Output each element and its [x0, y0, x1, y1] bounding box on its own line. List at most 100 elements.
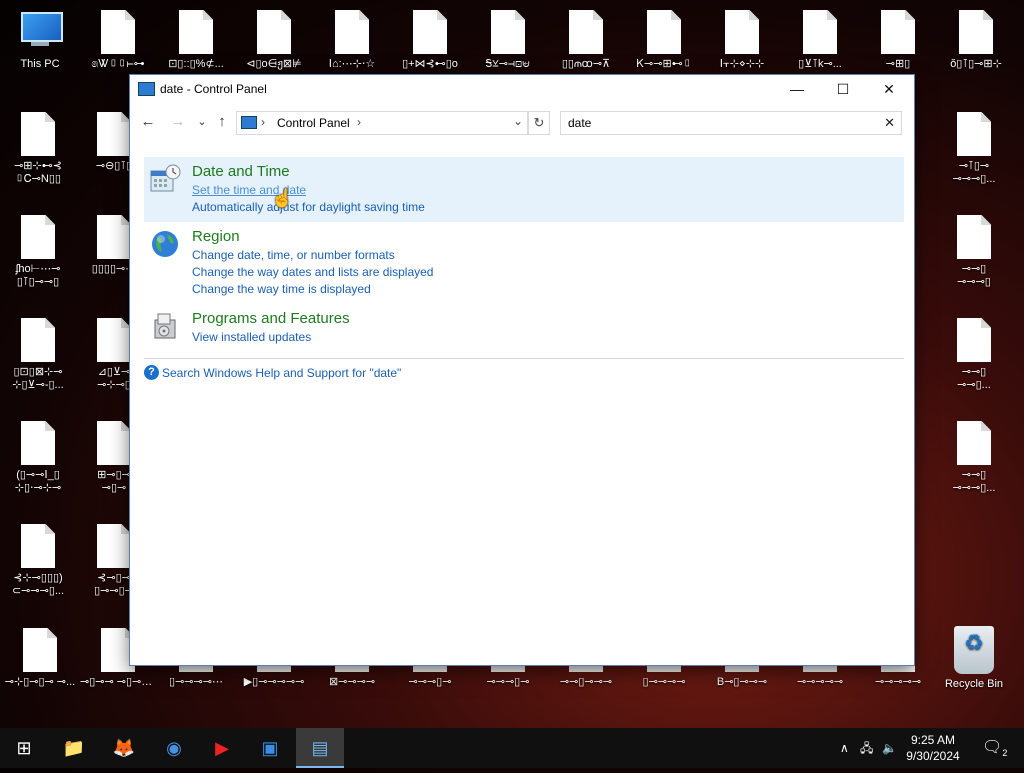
desktop-icon-label: ⊸⊞⊹⊷⊰ [14, 160, 62, 172]
this-pc-icon[interactable]: This PC [2, 10, 78, 71]
desktop-icon-label: ⊸⊸⊸▯⊸ [486, 676, 530, 688]
recent-locations-button[interactable]: ⌄ [192, 112, 212, 132]
desktop-file-icon[interactable]: ⊸⊞⊹⊷⊰ ▯Ꮯ⊸N▯▯ [0, 112, 76, 186]
desktop-icon-label: ▯+⋈⊰⊷▯o [402, 58, 458, 70]
desktop-icon-label: ⊸⊸▯ [961, 469, 987, 481]
minimize-button[interactable]: — [774, 75, 820, 103]
title-bar[interactable]: date - Control Panel — ☐ ✕ [130, 75, 914, 103]
taskbar: ⊞ 📁 🦊 ◉ ▶ ▣ ▤ ∧ 🖧 🔈 9:25 AM 9/30/2024 🗨2 [0, 728, 1024, 768]
desktop-file-icon[interactable]: ⊸⊸▯ ⊸⊸⊸▯... [936, 421, 1012, 495]
notification-count: 2 [1002, 748, 1008, 759]
window-title: date - Control Panel [160, 82, 267, 96]
document-icon [335, 10, 369, 54]
file-explorer-icon[interactable]: 📁 [50, 728, 98, 768]
desktop-icon-label: ▯⊸⊸⊸⊸ [642, 676, 686, 688]
computer-icon [17, 10, 63, 54]
document-icon [23, 628, 57, 672]
recycle-bin-graphic [954, 626, 994, 674]
desktop-file-icon[interactable]: ෧Ꮤ▯▯⊢⊶ [80, 10, 156, 71]
desktop-file-icon[interactable]: ▯+⋈⊰⊷▯o [392, 10, 468, 71]
result-programs-and-features: Programs and Features View installed upd… [144, 304, 904, 352]
maximize-button[interactable]: ☐ [820, 75, 866, 103]
desktop-icon-label: ⊸⊸⊸▯⊸ [408, 676, 452, 688]
address-bar[interactable]: › Control Panel › ⌄ [236, 111, 528, 135]
document-icon [725, 10, 759, 54]
windows-help-search-link[interactable]: ? Search Windows Help and Support for "d… [144, 365, 904, 381]
chrome-icon[interactable]: ◉ [150, 728, 198, 768]
control-panel-taskbar-icon[interactable]: ▤ [296, 728, 344, 768]
desktop-file-icon[interactable]: ⊡▯::▯%⊄... [158, 10, 234, 71]
document-icon [21, 524, 55, 568]
search-input[interactable] [566, 115, 870, 131]
clock[interactable]: 9:25 AM 9/30/2024 [898, 732, 968, 764]
desktop-icon-label: ⵏ⫟⊹⋄⊹⊹ [719, 58, 765, 70]
result-link[interactable]: View installed updates [192, 329, 904, 346]
search-box[interactable]: ✕ [560, 111, 902, 135]
forward-button[interactable]: → [168, 112, 188, 132]
breadcrumb-separator: › [261, 115, 265, 129]
close-button[interactable]: ✕ [866, 75, 912, 103]
desktop-file-icon[interactable]: ▯⊡▯⊠⊹⊸ ⊹▯⊻⊸-▯... [0, 318, 76, 392]
document-icon [257, 10, 291, 54]
recycle-bin-icon[interactable]: Recycle Bin [936, 626, 1012, 691]
desktop-icon-label: This PC [20, 58, 60, 70]
start-button[interactable]: ⊞ [0, 728, 48, 768]
result-link[interactable]: Change the way dates and lists are displ… [192, 264, 904, 281]
desktop-icon-label: ⊰⊹⊸▯▯▯) [13, 572, 63, 584]
desktop-file-icon[interactable]: ⊰⊹⊸▯▯▯) ⊂⊸⊸⊸▯... [0, 524, 76, 598]
help-link-text[interactable]: Search Windows Help and Support for "dat… [162, 366, 401, 380]
youtube-icon[interactable]: ▶ [198, 728, 246, 768]
desktop-file-icon[interactable]: Ꭶ⊻⊸⊣⊡⊌ [470, 10, 546, 71]
desktop-file-icon[interactable]: ⊲▯o⋳ჟ⊠⊭ [236, 10, 312, 71]
desktop-file-icon[interactable]: ⵏ⫟⊹⋄⊹⊹ [704, 10, 780, 71]
desktop-icon-label: ▯⊺▯⊸⊸▯ [16, 276, 60, 288]
volume-icon[interactable]: 🔈 [882, 728, 897, 768]
desktop-file-icon[interactable]: ⵏ⌂:⋯⊹⋅☆ [314, 10, 390, 71]
desktop-icon-label: ⊸⊹▯⊸▯⊸ ⊸... [4, 676, 76, 688]
store-icon[interactable]: ▣ [246, 728, 294, 768]
refresh-button[interactable]: ↻ [528, 111, 550, 135]
clear-search-button[interactable]: ✕ [884, 115, 895, 131]
control-panel-icon [241, 116, 257, 129]
breadcrumb-control-panel[interactable]: Control Panel [277, 116, 350, 130]
document-icon [97, 112, 131, 156]
back-button[interactable]: ← [138, 112, 158, 132]
desktop-icon-label: ŏ▯⊺▯⊸⊞⊹ [950, 58, 1002, 70]
result-link[interactable]: Set the time and date [192, 182, 904, 199]
desktop-icon-label: ⊸⊸⊸▯... [952, 173, 996, 185]
document-icon [21, 215, 55, 259]
desktop-file-icon[interactable]: ʄho⊢⋯⊸ ▯⊺▯⊸⊸▯ [0, 215, 76, 289]
desktop-file-icon[interactable]: ⊸⊸▯ ⊸⊸▯... [936, 318, 1012, 392]
breadcrumb-separator[interactable]: › [357, 115, 361, 129]
chevron-down-icon[interactable]: ⌄ [513, 114, 523, 128]
help-icon: ? [144, 365, 159, 380]
up-button[interactable]: ↑ [212, 112, 232, 132]
divider [144, 358, 904, 359]
desktop-file-icon[interactable]: ⊸⊺▯⊸ ⊸⊸⊸▯... [936, 112, 1012, 186]
desktop-file-icon[interactable]: ⊸⊸▯ ⊸⊸⊸▯ [936, 215, 1012, 289]
document-icon [97, 318, 131, 362]
desktop-file-icon[interactable]: ⊸⊞▯ [860, 10, 936, 71]
desktop-icon-label: ⊠⊸⊸⊸⊸ [328, 676, 376, 688]
desktop-file-icon[interactable]: ⊸⊹▯⊸▯⊸ ⊸... [2, 628, 78, 689]
result-title[interactable]: Date and Time [192, 162, 904, 182]
desktop-icon-label: (▯⊸⊸ⵏ_▯ [16, 469, 60, 481]
desktop-file-icon[interactable]: (▯⊸⊸ⵏ_▯ ⊹▯⋅⊸⊹⊸ [0, 421, 76, 495]
result-link[interactable]: Change the way time is displayed [192, 281, 904, 298]
desktop-file-icon[interactable]: ▯⊻⊺k⊸... [782, 10, 858, 71]
document-icon [957, 112, 991, 156]
notifications-icon[interactable]: 🗨2 [982, 728, 1007, 768]
desktop-file-icon[interactable]: ŏ▯⊺▯⊸⊞⊹ [938, 10, 1014, 71]
result-link[interactable]: Automatically adjust for daylight saving… [192, 199, 904, 216]
show-hidden-icons-button[interactable]: ∧ [840, 728, 849, 768]
desktop-icon-label: ⊸⊸⊸▯ [957, 276, 991, 288]
result-link[interactable]: Change date, time, or number formats [192, 247, 904, 264]
result-title[interactable]: Region [192, 227, 904, 247]
result-title[interactable]: Programs and Features [192, 309, 904, 329]
firefox-icon[interactable]: 🦊 [100, 728, 148, 768]
result-region: Region Change date, time, or number form… [144, 222, 904, 304]
control-panel-icon [138, 82, 155, 96]
desktop-file-icon[interactable]: ▯▯⫙ꝏ⊸⊼ [548, 10, 624, 71]
network-icon[interactable]: 🖧 [860, 728, 873, 768]
desktop-file-icon[interactable]: Ꮶ⊸⊸⊞⊷▯ [626, 10, 702, 71]
